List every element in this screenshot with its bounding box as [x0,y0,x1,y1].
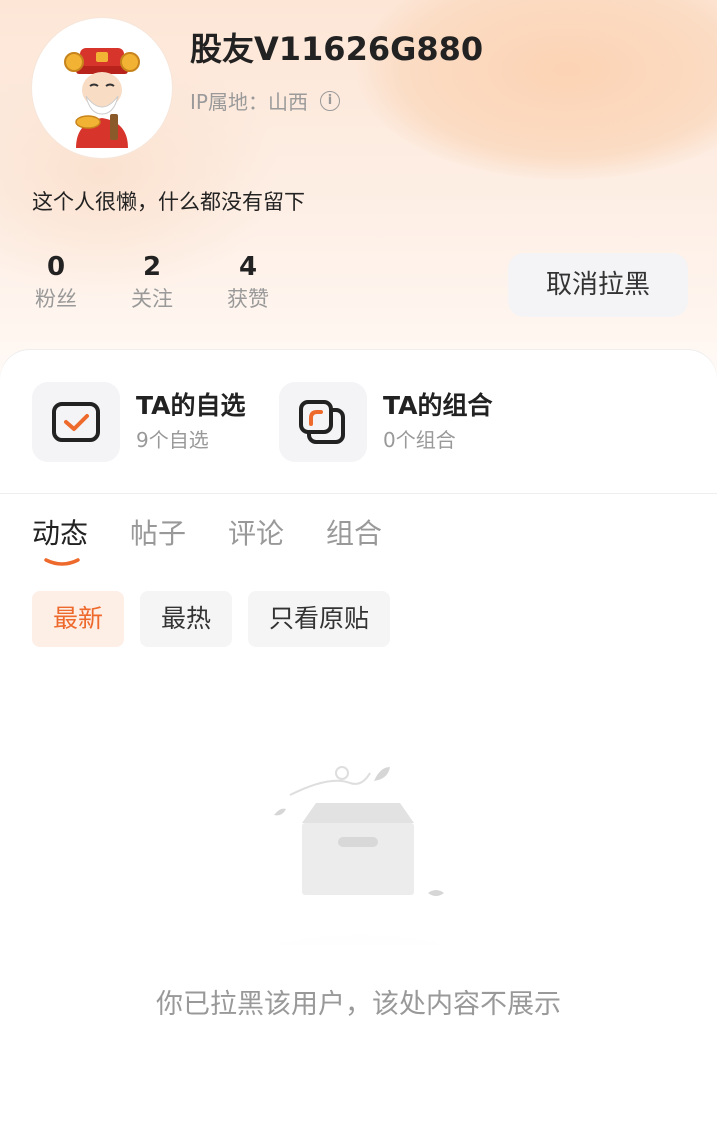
filter-original-only[interactable]: 只看原贴 [248,591,391,647]
tab-comments[interactable]: 评论 [228,510,284,558]
content-card [0,350,717,1147]
stat-following[interactable]: 2 关注 [122,250,182,314]
portfolio-title: TA的组合 [383,391,493,420]
stat-likes: 4 获赞 [218,250,278,314]
portfolio-icon [279,382,367,462]
ip-location-text: IP属地：山西 [190,90,308,114]
tab-label: 帖子 [130,517,187,550]
stat-followers[interactable]: 0 粉丝 [26,250,86,314]
section-divider [0,493,717,494]
filter-chips: 最新 最热 只看原贴 [32,591,391,647]
bio-text: 这个人很懒，什么都没有留下 [32,190,305,214]
filter-hottest[interactable]: 最热 [140,591,233,647]
unblock-button[interactable]: 取消拉黑 [508,253,688,317]
portfolio-count: 0个组合 [383,428,456,452]
tab-label: 组合 [326,517,383,550]
portfolio-link[interactable]: TA的组合 0个组合 [279,382,492,462]
stat-value: 2 [142,252,162,282]
stat-value: 0 [46,252,66,282]
tab-portfolios[interactable]: 组合 [326,510,382,558]
content-tabs: 动态 帖子 评论 组合 [32,510,382,566]
empty-state-message: 你已拉黑该用户，该处内容不展示 [156,989,561,1020]
filter-latest[interactable]: 最新 [32,591,125,647]
tab-posts[interactable]: 帖子 [130,510,186,558]
tab-label: 动态 [32,517,89,550]
empty-box-illustration [210,766,510,945]
stat-label: 获赞 [227,287,269,311]
checklist-icon [32,382,120,462]
avatar-god-of-wealth-image [64,48,140,148]
stat-value: 4 [238,252,258,282]
tab-label: 评论 [228,517,285,550]
watchlist-title: TA的自选 [136,391,246,420]
stat-label: 粉丝 [35,287,77,311]
username: 股友V11626G880 [190,30,484,68]
active-tab-indicator [44,558,80,566]
watchlist-count: 9个自选 [136,428,209,452]
info-icon[interactable]: i [319,90,340,111]
stat-label: 关注 [131,287,173,311]
tab-activity[interactable]: 动态 [32,510,89,566]
watchlist-link[interactable]: TA的自选 9个自选 [32,382,245,462]
ip-location-row: IP属地：山西 i [190,86,340,115]
avatar[interactable] [32,18,172,158]
